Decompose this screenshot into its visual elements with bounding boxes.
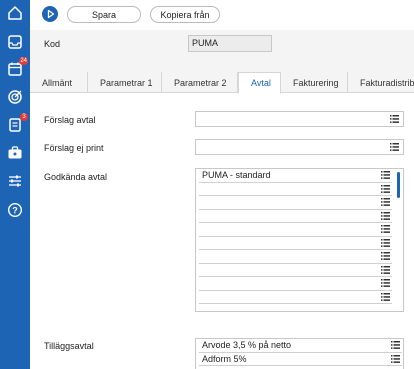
tab-fakturadistribution[interactable]: Fakturadistribution — [348, 72, 414, 93]
tillaggsavtal-row[interactable]: Arvode 3,5 % på netto — [199, 339, 402, 353]
list-icon[interactable] — [390, 115, 399, 123]
list-icon[interactable] — [381, 238, 390, 247]
sidebar: 24 3 ? — [0, 0, 30, 369]
calendar-badge: 24 — [19, 57, 28, 65]
forslag-ej-print-field[interactable] — [195, 139, 404, 155]
godkanda-avtal-row[interactable] — [199, 237, 392, 250]
forslag-avtal-label: Förslag avtal — [44, 115, 96, 125]
godkanda-avtal-row[interactable] — [199, 210, 392, 223]
header: Kod PUMA — [30, 30, 414, 70]
tillaggsavtal-row-text: Arvode 3,5 % på netto — [202, 340, 292, 350]
tab-bar: Allmänt Parametrar 1 Parametrar 2 Avtal … — [30, 70, 414, 94]
forslag-avtal-field[interactable] — [195, 111, 404, 127]
list-icon[interactable] — [391, 354, 400, 363]
godkanda-avtal-row[interactable] — [199, 277, 392, 291]
briefcase-icon[interactable] — [7, 145, 23, 161]
play-button[interactable] — [42, 6, 58, 22]
godkanda-avtal-row[interactable]: PUMA - standard — [199, 169, 392, 183]
forslag-ej-print-label: Förslag ej print — [44, 143, 104, 153]
target-icon[interactable] — [7, 89, 23, 105]
svg-text:?: ? — [12, 205, 18, 215]
tillaggsavtal-label: Tilläggsavtal — [44, 341, 94, 351]
list-icon[interactable] — [381, 225, 390, 233]
list-icon[interactable] — [381, 265, 390, 274]
list-icon[interactable] — [381, 279, 390, 287]
inbox-icon[interactable] — [7, 34, 23, 50]
document-badge: 3 — [20, 113, 28, 121]
sliders-icon[interactable] — [7, 173, 23, 189]
scrollbar[interactable] — [397, 172, 400, 198]
kod-label: Kod — [44, 39, 61, 49]
tillaggsavtal-list: Arvode 3,5 % på netto Adform 5% — [195, 338, 404, 369]
godkanda-avtal-row[interactable] — [199, 264, 392, 277]
list-icon[interactable] — [390, 143, 399, 151]
tillaggsavtal-row-text: Adform 5% — [202, 353, 247, 364]
copy-from-button[interactable]: Kopiera från — [150, 6, 220, 23]
tab-parametrar-2[interactable]: Parametrar 2 — [162, 72, 238, 93]
godkanda-avtal-list: PUMA - standard — [195, 168, 404, 312]
help-icon[interactable]: ? — [7, 202, 23, 218]
list-icon[interactable] — [381, 171, 390, 179]
godkanda-avtal-row-text: PUMA - standard — [202, 170, 271, 180]
calendar-icon[interactable]: 24 — [7, 57, 28, 77]
godkanda-avtal-row[interactable] — [199, 250, 392, 264]
godkanda-avtal-row[interactable] — [199, 223, 392, 237]
list-icon[interactable] — [381, 184, 390, 193]
list-icon[interactable] — [381, 198, 390, 206]
list-icon[interactable] — [391, 341, 400, 349]
list-icon[interactable] — [381, 292, 390, 301]
kod-field[interactable]: PUMA — [188, 35, 272, 52]
list-icon[interactable] — [381, 211, 390, 220]
document-icon[interactable]: 3 — [7, 113, 28, 133]
godkanda-avtal-label: Godkända avtal — [44, 172, 108, 182]
home-icon[interactable] — [7, 5, 23, 21]
tab-parametrar-1[interactable]: Parametrar 1 — [88, 72, 162, 93]
tab-fakturering[interactable]: Fakturering — [281, 72, 348, 93]
tillaggsavtal-row[interactable]: Adform 5% — [199, 353, 402, 366]
list-icon[interactable] — [381, 252, 390, 260]
godkanda-avtal-row[interactable] — [199, 196, 392, 210]
save-button[interactable]: Spara — [67, 6, 141, 23]
tab-avtal[interactable]: Avtal — [238, 72, 281, 94]
toolbar: Spara Kopiera från — [30, 0, 414, 30]
tab-allmant[interactable]: Allmänt — [30, 72, 88, 93]
godkanda-avtal-row[interactable] — [199, 183, 392, 196]
godkanda-avtal-row[interactable] — [199, 291, 392, 304]
